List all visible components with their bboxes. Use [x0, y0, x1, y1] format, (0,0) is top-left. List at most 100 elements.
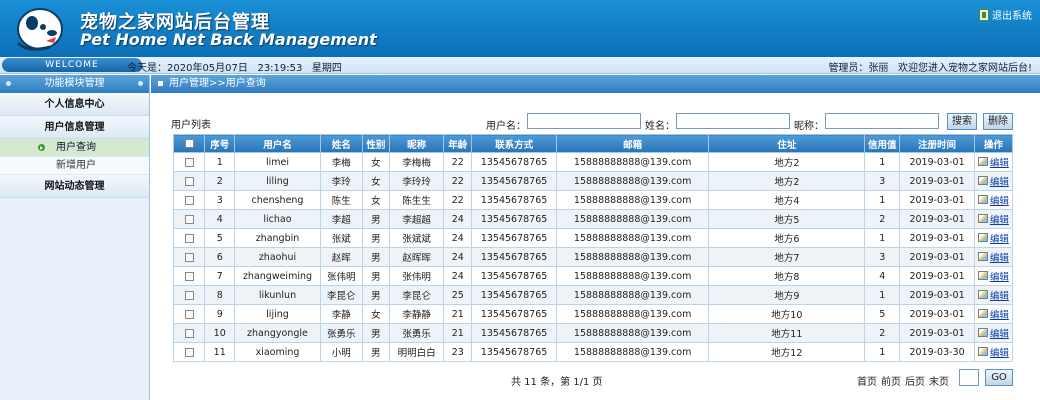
table-cell: 22	[443, 190, 473, 210]
table-cell: 男	[361, 266, 391, 286]
table-cell: 陈生	[319, 190, 363, 210]
table-cell: 男	[361, 342, 391, 362]
table-cell: 男	[361, 228, 391, 248]
row-action-cell: 编辑	[973, 285, 1014, 305]
go-button[interactable]: GO	[985, 369, 1013, 386]
table-cell: 13545678765	[471, 247, 557, 267]
page-number-input[interactable]	[959, 369, 979, 386]
main-panel: 用户管理>>用户查询 用户列表 用户名： 姓名： 昵称： 搜索 删除 序号 用户…	[151, 75, 1040, 400]
row-select-cell	[172, 228, 206, 248]
sidebar-item-site-news[interactable]: 网站动态管理	[0, 175, 149, 198]
next-page-link[interactable]: 后页	[905, 373, 925, 388]
admin-name: 张丽	[868, 63, 889, 74]
edit-icon	[977, 195, 988, 205]
nickname-label: 昵称：	[794, 121, 824, 132]
table-cell: 15888888888@139.com	[555, 323, 710, 343]
table-row: 6 zhaohui 赵晖男赵晖晖 24 13545678765 15888888888@1…	[172, 247, 1014, 267]
column-header: 年龄	[443, 134, 473, 153]
table-cell: 10	[204, 323, 236, 343]
table-cell: 2019-03-01	[899, 209, 975, 229]
edit-link[interactable]: 编辑	[977, 326, 1009, 340]
table-cell: 15888888888@139.com	[555, 266, 710, 286]
search-bar: 用户列表 用户名： 姓名： 昵称： 搜索 删除	[171, 112, 1021, 132]
sidebar-header: 功能模块管理	[0, 75, 149, 93]
table-cell: 1	[864, 152, 901, 172]
row-select-cell	[172, 190, 206, 210]
row-checkbox[interactable]	[184, 328, 194, 338]
select-all-checkbox[interactable]	[184, 139, 194, 148]
table-cell: 24	[443, 228, 473, 248]
row-checkbox[interactable]	[184, 157, 194, 167]
logout-button[interactable]: 退出系统	[979, 7, 1032, 22]
name-input[interactable]	[676, 113, 790, 129]
table-cell: 张伟明	[319, 266, 363, 286]
table-cell: 13545678765	[471, 285, 557, 305]
first-page-link[interactable]: 首页	[857, 373, 877, 388]
edit-label: 编辑	[989, 252, 1009, 264]
edit-link[interactable]: 编辑	[977, 212, 1009, 226]
table-cell: 地方2	[708, 171, 866, 191]
edit-link[interactable]: 编辑	[977, 345, 1009, 359]
current-weekday: 星期四	[311, 63, 342, 74]
table-row: 9 lijing 李静女李静静 21 13545678765 15888888888@13…	[172, 304, 1014, 324]
table-cell: 13545678765	[471, 190, 557, 210]
edit-label: 编辑	[989, 195, 1009, 207]
edit-link[interactable]: 编辑	[977, 307, 1009, 321]
table-cell: zhangyongle	[234, 323, 321, 343]
row-checkbox[interactable]	[184, 271, 194, 281]
sidebar-item-user-query[interactable]: 用户查询	[0, 139, 149, 157]
table-cell: 13545678765	[471, 266, 557, 286]
row-checkbox[interactable]	[184, 176, 194, 186]
welcome-badge: WELCOME	[2, 58, 142, 72]
row-checkbox[interactable]	[184, 252, 194, 262]
row-checkbox[interactable]	[184, 347, 194, 357]
delete-button[interactable]: 删除	[983, 113, 1013, 130]
row-checkbox[interactable]	[184, 233, 194, 243]
prev-page-link[interactable]: 前页	[881, 373, 901, 388]
table-cell: 张斌	[319, 228, 363, 248]
row-checkbox[interactable]	[184, 195, 194, 205]
edit-link[interactable]: 编辑	[977, 288, 1009, 302]
table-cell: 13545678765	[471, 228, 557, 248]
table-cell: 张勇乐	[388, 323, 445, 343]
edit-link[interactable]: 编辑	[977, 231, 1009, 245]
table-cell: lichao	[234, 209, 321, 229]
sidebar-item-user-management[interactable]: 用户信息管理	[0, 116, 149, 139]
table-body: 1 limei 李梅女李梅梅 22 13545678765 15888888888@139…	[172, 152, 1014, 362]
table-cell: lijing	[234, 304, 321, 324]
search-button[interactable]: 搜索	[947, 113, 977, 130]
table-cell: 女	[361, 304, 391, 324]
table-cell: 2019-03-01	[899, 247, 975, 267]
table-cell: liling	[234, 171, 321, 191]
edit-label: 编辑	[989, 328, 1009, 340]
table-cell: 15888888888@139.com	[555, 304, 710, 324]
table-cell: 李梅	[319, 152, 363, 172]
table-row: 7 zhangweiming 张伟明男张伟明 24 13545678765 1588888…	[172, 266, 1014, 286]
sidebar-item-personal-center[interactable]: 个人信息中心	[0, 93, 149, 116]
nickname-input[interactable]	[825, 113, 939, 129]
row-action-cell: 编辑	[973, 190, 1014, 210]
edit-link[interactable]: 编辑	[977, 174, 1009, 188]
username-input[interactable]	[527, 113, 641, 129]
last-page-link[interactable]: 末页	[929, 373, 949, 388]
row-checkbox[interactable]	[184, 309, 194, 319]
table-row: 5 zhangbin 张斌男张斌斌 24 13545678765 15888888888@…	[172, 228, 1014, 248]
edit-link[interactable]: 编辑	[977, 250, 1009, 264]
edit-link[interactable]: 编辑	[977, 155, 1009, 169]
name-label: 姓名：	[645, 121, 675, 132]
row-checkbox[interactable]	[184, 214, 194, 224]
table-cell: 13545678765	[471, 342, 557, 362]
table-cell: 2	[864, 209, 901, 229]
table-cell: 15888888888@139.com	[555, 285, 710, 305]
table-cell: 4	[864, 266, 901, 286]
row-checkbox[interactable]	[184, 290, 194, 300]
table-cell: 15888888888@139.com	[555, 152, 710, 172]
edit-link[interactable]: 编辑	[977, 193, 1009, 207]
sidebar-item-add-user[interactable]: 新增用户	[0, 157, 149, 175]
table-cell: 明明白白	[388, 342, 445, 362]
table-cell: 地方5	[708, 209, 866, 229]
table-cell: 2	[864, 323, 901, 343]
edit-icon	[977, 328, 988, 338]
table-cell: 2019-03-01	[899, 285, 975, 305]
edit-link[interactable]: 编辑	[977, 269, 1009, 283]
